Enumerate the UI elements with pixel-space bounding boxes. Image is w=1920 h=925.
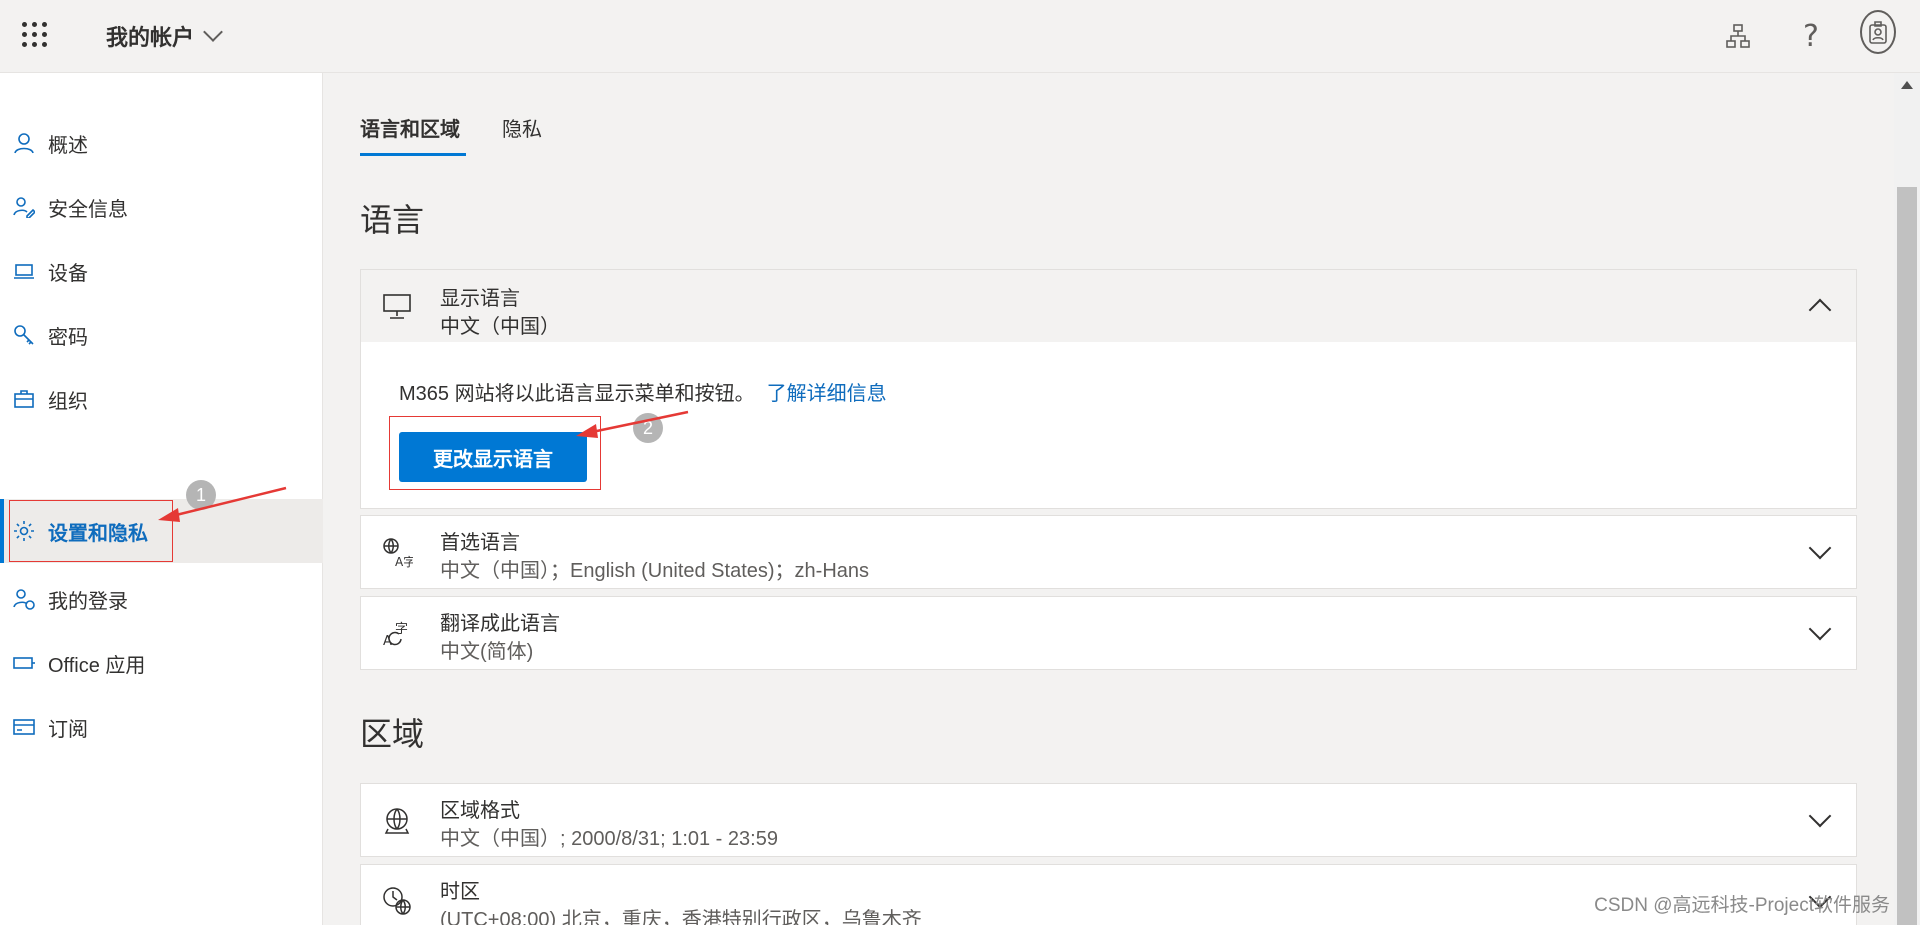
sidebar-item-label: Office 应用 <box>48 654 146 677</box>
translate-to-icon: A字 <box>381 617 413 649</box>
sidebar-item-label: 安全信息 <box>48 198 128 221</box>
annotation-arrow-1 <box>158 486 287 522</box>
preferred-languages-value: 中文（中国）；English (United States)；zh-Hans <box>440 560 870 582</box>
sidebar-item-overview[interactable]: 概述 <box>0 111 323 175</box>
person-icon <box>12 131 36 155</box>
briefcase-icon <box>12 387 36 411</box>
sidebar-item-label: 我的登录 <box>48 590 128 613</box>
time-zone-value: (UTC+08:00) 北京，重庆，香港特别行政区，乌鲁木齐 <box>440 909 922 925</box>
learn-more-link[interactable]: 了解详细信息 <box>767 383 887 405</box>
office-apps-icon <box>12 651 36 675</box>
annotation-arrow-2 <box>576 410 689 438</box>
display-language-header[interactable] <box>361 270 1856 342</box>
tab-privacy[interactable]: 隐私 <box>502 113 542 142</box>
sign-ins-icon <box>12 587 36 611</box>
chevron-down-icon[interactable] <box>1808 617 1832 641</box>
active-tab-indicator <box>360 153 466 156</box>
translate-language-value: 中文(简体) <box>440 641 534 663</box>
account-avatar-icon[interactable] <box>1860 10 1896 54</box>
translate-icon: A字 <box>381 536 413 568</box>
key-icon <box>12 323 36 347</box>
svg-text:字: 字 <box>395 622 408 637</box>
scroll-up-icon[interactable] <box>1901 81 1913 89</box>
sidebar-item-label: 密码 <box>48 326 88 349</box>
sidebar-item-office-apps[interactable]: Office 应用 <box>0 631 323 695</box>
chevron-down-icon[interactable] <box>1808 804 1832 828</box>
regional-format-card[interactable]: 区域格式 中文（中国）; 2000/8/31; 1:01 - 23:59 <box>360 783 1857 857</box>
app-title: 我的帐户 <box>106 25 195 50</box>
sidebar-item-my-sign-ins[interactable]: 我的登录 <box>0 567 323 631</box>
top-bar: 我的帐户 ? <box>0 0 1920 73</box>
watermark: CSDN @高远科技-Project软件服务 <box>1594 895 1890 916</box>
regional-format-title: 区域格式 <box>440 800 520 822</box>
credit-card-icon <box>12 715 36 739</box>
preferred-languages-title: 首选语言 <box>440 532 520 554</box>
chevron-down-icon[interactable] <box>1808 536 1832 560</box>
time-zone-title: 时区 <box>440 881 480 903</box>
account-menu[interactable]: 我的帐户 <box>106 20 223 52</box>
tab-language-region[interactable]: 语言和区域 <box>360 113 460 142</box>
sidebar-item-label: 组织 <box>48 390 88 413</box>
sidebar-item-label: 订阅 <box>48 718 88 741</box>
security-info-icon <box>12 195 36 219</box>
vertical-scrollbar[interactable] <box>1894 73 1920 925</box>
sidebar-item-security-info[interactable]: 安全信息 <box>0 175 323 239</box>
globe-icon <box>381 804 413 836</box>
sidebar-item-password[interactable]: 密码 <box>0 303 323 367</box>
laptop-icon <box>12 259 36 283</box>
svg-text:A字: A字 <box>395 554 413 568</box>
regional-format-value: 中文（中国）; 2000/8/31; 1:01 - 23:59 <box>440 828 778 850</box>
sidebar-item-organization[interactable]: 组织 <box>0 367 323 431</box>
language-section-title: 语言 <box>360 202 425 238</box>
monitor-icon <box>381 290 413 322</box>
clock-globe-icon <box>381 885 413 917</box>
translate-language-title: 翻译成此语言 <box>440 613 560 635</box>
main-content: 语言和区域 隐私 语言 显示语言 中文（中国） M365 网站将以此语言显示菜单… <box>324 73 1894 925</box>
org-chart-icon[interactable] <box>1720 18 1756 54</box>
display-language-card: 显示语言 中文（中国） M365 网站将以此语言显示菜单和按钮。 了解详细信息 更… <box>360 269 1857 509</box>
sidebar-item-subscriptions[interactable]: 订阅 <box>0 695 323 759</box>
app-launcher-icon[interactable] <box>22 22 48 48</box>
sidebar-item-devices[interactable]: 设备 <box>0 239 323 303</box>
preferred-languages-card[interactable]: A字 首选语言 中文（中国）；English (United States)；z… <box>360 515 1857 589</box>
sidebar-item-label: 概述 <box>48 134 88 157</box>
translate-language-card[interactable]: A字 翻译成此语言 中文(简体) <box>360 596 1857 670</box>
annotation-box-2 <box>389 416 601 490</box>
display-language-title: 显示语言 <box>440 288 520 310</box>
scroll-thumb[interactable] <box>1897 187 1917 925</box>
sidebar-item-label: 设备 <box>48 262 88 285</box>
help-icon[interactable]: ? <box>1793 18 1829 54</box>
chevron-down-icon <box>203 22 223 42</box>
region-section-title: 区域 <box>360 716 425 752</box>
annotation-box-1 <box>9 500 173 562</box>
display-language-description: M365 网站将以此语言显示菜单和按钮。 了解详细信息 <box>399 383 887 405</box>
display-language-value: 中文（中国） <box>440 316 560 338</box>
